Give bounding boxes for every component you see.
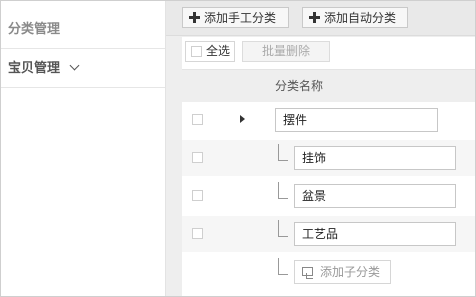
expand-triangle-icon[interactable] (240, 115, 245, 123)
row-checkbox[interactable] (192, 152, 203, 163)
select-all-label: 全选 (206, 44, 231, 58)
tree-branch-icon (278, 258, 288, 275)
column-header-category-name: 分类名称 (275, 79, 324, 93)
table-row: 挂饰 (182, 140, 475, 176)
subcategory-name-value: 盆景 (302, 189, 327, 203)
sidebar-item-item-management[interactable]: 宝贝管理 (1, 50, 165, 88)
plus-icon (309, 12, 320, 23)
select-all-checkbox[interactable] (191, 46, 202, 57)
subcategory-name-value: 挂饰 (302, 151, 327, 165)
main-area: 添加手工分类 添加自动分类 全选 批量删除 分类名称 摆件 挂饰 盆景 工艺品 … (166, 1, 475, 296)
plus-icon (189, 12, 200, 23)
table-row: 盆景 (182, 178, 475, 214)
row-checkbox[interactable] (192, 114, 203, 125)
category-name-input[interactable]: 摆件 (275, 108, 438, 132)
category-panel: 全选 批量删除 分类名称 摆件 挂饰 盆景 工艺品 添加子分类 (182, 37, 475, 296)
row-checkbox[interactable] (192, 190, 203, 201)
table-row: 工艺品 (182, 216, 475, 252)
table-header: 分类名称 (182, 70, 475, 102)
tree-branch-icon (278, 220, 288, 237)
add-subcategory-button[interactable]: 添加子分类 (294, 260, 391, 284)
subcategory-name-input[interactable]: 盆景 (294, 184, 456, 208)
subcategory-name-value: 工艺品 (302, 227, 339, 241)
add-subcategory-icon (302, 267, 313, 279)
add-subcategory-label: 添加子分类 (320, 265, 381, 279)
sidebar-item-label: 宝贝管理 (8, 61, 61, 76)
category-name-value: 摆件 (283, 113, 308, 127)
batch-delete-button[interactable]: 批量删除 (242, 41, 330, 62)
toolbar: 添加手工分类 添加自动分类 (166, 1, 475, 36)
selection-bar: 全选 批量删除 (182, 37, 475, 70)
tree-branch-icon (278, 144, 288, 161)
add-manual-category-label: 添加手工分类 (204, 11, 277, 25)
add-auto-category-button[interactable]: 添加自动分类 (302, 7, 408, 28)
row-checkbox[interactable] (192, 228, 203, 239)
sidebar-item-category-management[interactable]: 分类管理 (1, 11, 165, 49)
add-subcategory-row: 添加子分类 (182, 254, 475, 290)
chevron-down-icon (69, 60, 79, 71)
subcategory-name-input[interactable]: 挂饰 (294, 146, 456, 170)
select-all-button[interactable]: 全选 (185, 41, 236, 62)
subcategory-name-input[interactable]: 工艺品 (294, 222, 456, 246)
tree-branch-icon (278, 182, 288, 199)
table-row: 摆件 (182, 102, 475, 138)
sidebar-item-label: 分类管理 (8, 22, 61, 37)
app-frame: 分类管理 宝贝管理 添加手工分类 添加自动分类 全选 批量删除 分类名称 摆件 … (0, 0, 476, 297)
batch-delete-label: 批量删除 (261, 44, 310, 58)
add-manual-category-button[interactable]: 添加手工分类 (182, 7, 289, 28)
add-auto-category-label: 添加自动分类 (324, 11, 397, 25)
sidebar: 分类管理 宝贝管理 (1, 1, 166, 296)
